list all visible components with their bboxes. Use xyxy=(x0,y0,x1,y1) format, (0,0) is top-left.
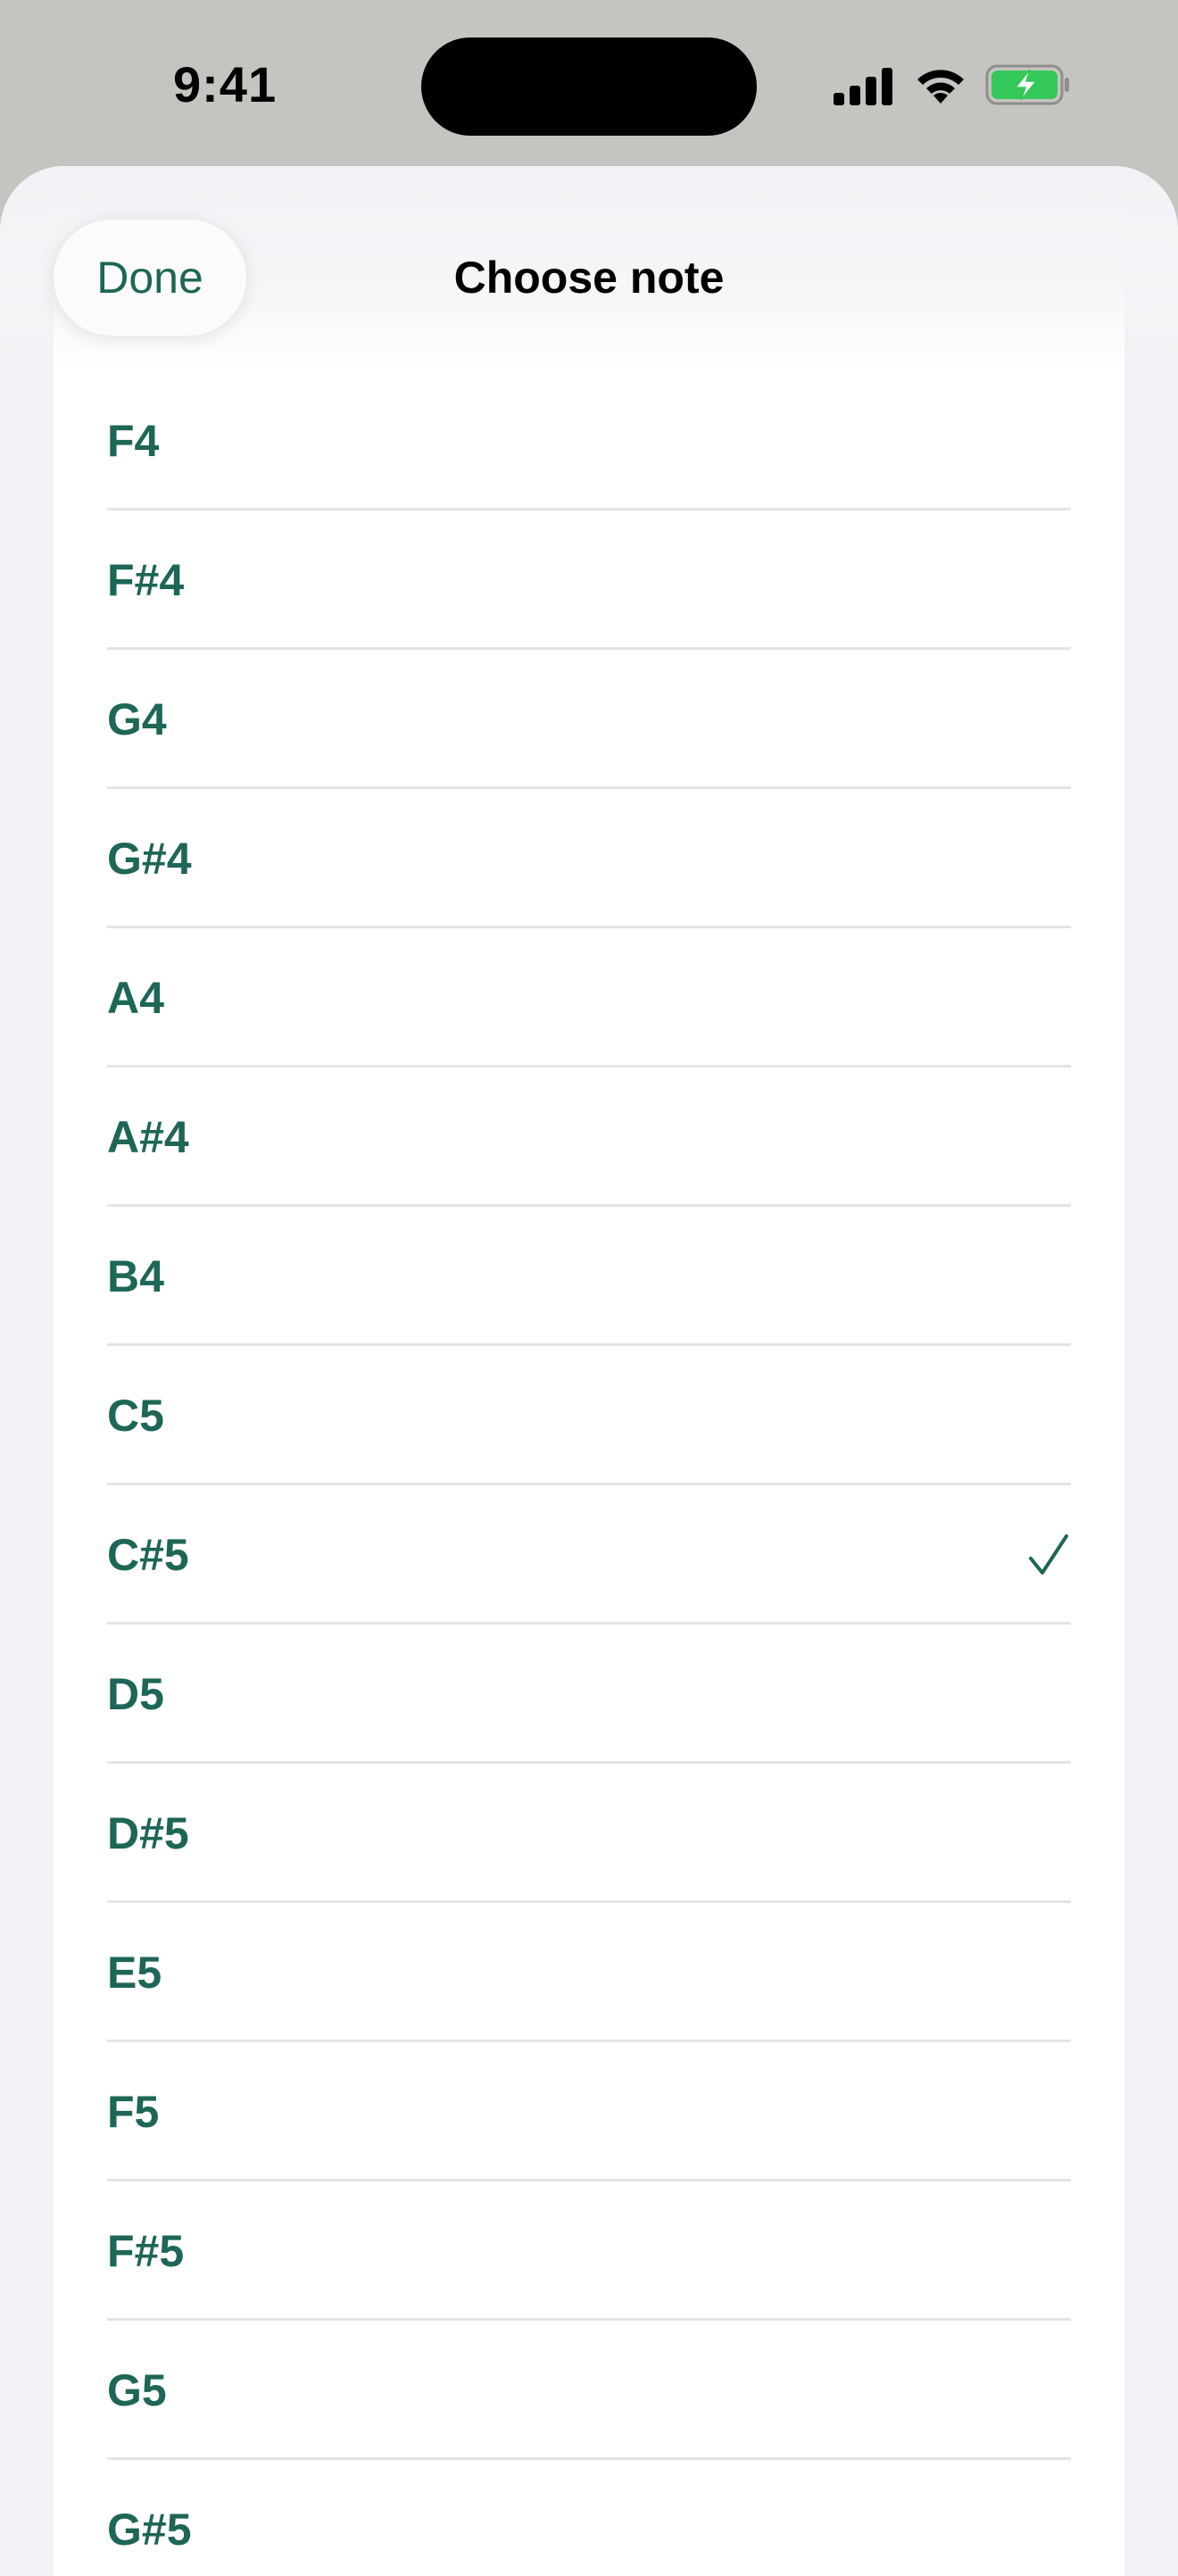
note-label: G#4 xyxy=(107,834,192,884)
note-label: G#5 xyxy=(107,2505,192,2555)
note-label: D#5 xyxy=(107,1808,189,1858)
note-label: C#5 xyxy=(107,1530,189,1580)
note-row-g-sharp-4[interactable]: G#4 xyxy=(107,789,1071,928)
wifi-icon xyxy=(917,70,964,104)
note-picker-sheet: F4 F#4 G4 G#4 A4 A#4 B4 C5 C#5 D5 D#5 E5… xyxy=(0,166,1178,2576)
note-label: E5 xyxy=(107,1948,162,1998)
note-label: F5 xyxy=(107,2087,160,2137)
sheet-title: Choose note xyxy=(453,253,725,303)
cellular-signal-icon xyxy=(834,68,892,105)
note-label: G5 xyxy=(107,2365,167,2415)
battery-charging-icon xyxy=(985,64,1069,105)
note-row-g4[interactable]: G4 xyxy=(107,650,1071,789)
note-row-a4[interactable]: A4 xyxy=(107,928,1071,1068)
checkmark-icon xyxy=(1029,1534,1068,1575)
note-row-e5[interactable]: E5 xyxy=(107,1903,1071,2042)
status-time: 9:41 xyxy=(173,56,278,112)
note-label: A4 xyxy=(107,973,164,1023)
note-row-g-sharp-5[interactable]: G#5 xyxy=(107,2460,1071,2576)
note-label: B4 xyxy=(107,1251,164,1301)
note-row-d-sharp-5[interactable]: D#5 xyxy=(107,1764,1071,1903)
note-row-f-sharp-4[interactable]: F#4 xyxy=(107,511,1071,650)
note-label: F4 xyxy=(107,416,160,466)
note-label: F#4 xyxy=(107,555,185,605)
status-bar: 9:41 xyxy=(0,0,1178,170)
dynamic-island xyxy=(421,37,757,136)
note-label: G4 xyxy=(107,694,167,744)
note-row-g5[interactable]: G5 xyxy=(107,2321,1071,2460)
note-row-b4[interactable]: B4 xyxy=(107,1207,1071,1346)
note-row-a-sharp-4[interactable]: A#4 xyxy=(107,1068,1071,1207)
note-row-f-sharp-5[interactable]: F#5 xyxy=(107,2181,1071,2321)
note-row-d5[interactable]: D5 xyxy=(107,1625,1071,1764)
note-label: A#4 xyxy=(107,1112,189,1162)
note-label: C5 xyxy=(107,1391,164,1441)
note-row-f4[interactable]: F4 xyxy=(107,371,1071,511)
note-row-f5[interactable]: F5 xyxy=(107,2042,1071,2181)
note-label: F#5 xyxy=(107,2226,185,2276)
note-list: F4 F#4 G4 G#4 A4 A#4 B4 C5 C#5 D5 D#5 E5… xyxy=(54,166,1124,2576)
note-label: D5 xyxy=(107,1669,164,1719)
note-row-c5[interactable]: C5 xyxy=(107,1346,1071,1485)
note-row-c-sharp-5[interactable]: C#5 xyxy=(107,1485,1071,1625)
